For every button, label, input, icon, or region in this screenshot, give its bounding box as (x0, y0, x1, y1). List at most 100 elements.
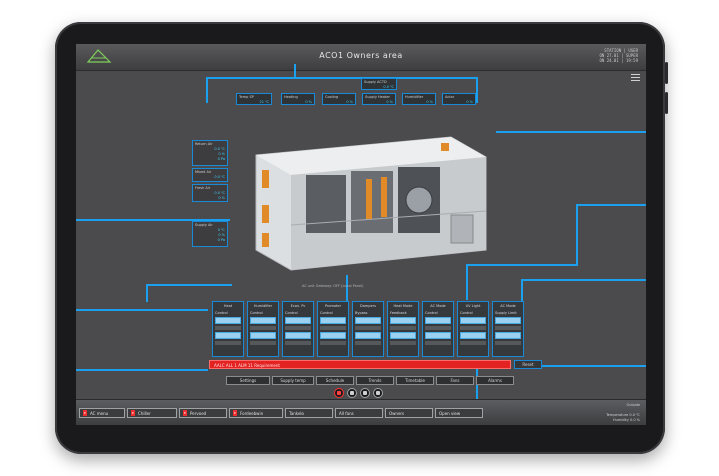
bottom-nav-label: Tankelo (289, 410, 304, 416)
module-slot (425, 341, 451, 345)
module-sub: Control (320, 311, 333, 315)
module-slot (355, 341, 381, 345)
connector-line (146, 284, 148, 302)
connector-line (476, 77, 478, 103)
bottom-nav-label: All fans (339, 410, 354, 416)
module-sub: Control (285, 311, 298, 315)
bottom-nav: E AC menu E Chiller E Pervoed E Fordeebwin Tanke… (79, 408, 485, 418)
mixed-air-readout: Mixed Air 0.0 ℃ (192, 168, 228, 182)
bottom-nav-label: Chiller (138, 410, 151, 416)
module-level-bar (250, 317, 276, 324)
cooling-label: Cooling (325, 95, 339, 99)
supply-air-readout: Supply Air 0 ℃ 0 % 0 Pa (192, 221, 228, 247)
module-slot (215, 326, 241, 330)
bottom-nav-button[interactable]: Open view (435, 408, 483, 418)
bottom-nav-button[interactable]: E Pervoed (179, 408, 227, 418)
supply-actual-readout: Supply ACTD 0.0 ℃ (361, 78, 397, 90)
menu-icon[interactable] (631, 74, 640, 81)
module-title: Econ. Pc (290, 304, 306, 308)
module-slot (320, 326, 346, 330)
module-level-bar (460, 317, 486, 324)
view-button-4[interactable] (373, 388, 383, 398)
return-air-readout: Return Air 0.0 ℃ 0 % 0 Pa (192, 140, 228, 166)
module-level-bar (285, 332, 311, 339)
module-title: Heat (223, 304, 233, 308)
view-button-3[interactable] (360, 388, 370, 398)
module-level-bar (425, 317, 451, 324)
key-badge: E (233, 410, 237, 416)
view-button-2[interactable] (347, 388, 357, 398)
subnav-button[interactable]: Supply temp (272, 376, 314, 385)
subnav-button[interactable]: Trends (356, 376, 394, 385)
module-title: Humidifier (253, 304, 273, 308)
alarm-bar[interactable]: AALC ALL 1 ALM 11 Requirement (209, 360, 511, 369)
bottom-nav-button[interactable]: E AC menu (79, 408, 125, 418)
connector-line (576, 204, 646, 206)
module-slot (460, 341, 486, 345)
subnav-button[interactable]: Timetable (396, 376, 434, 385)
view-selector (334, 388, 386, 398)
volume-button (665, 62, 668, 84)
module-card[interactable]: Dampers Bypass (352, 301, 384, 357)
connector-line (541, 365, 646, 367)
humidifier-readout: Humidifier 0 % (402, 93, 436, 105)
module-card[interactable]: Promoter Control (317, 301, 349, 357)
supply-heater-value: 0 % (386, 100, 393, 104)
temp-sp-readout: Temp SP 21 ℃ (236, 93, 272, 105)
reset-button[interactable]: Reset (514, 360, 542, 369)
actor-readout: Actor 0 % (442, 93, 476, 105)
top-bar: ACO1 Owners area STATION | USER ON 27.01… (76, 44, 646, 71)
subnav-button[interactable]: Settings (226, 376, 270, 385)
module-title: UV Light (465, 304, 481, 308)
humidifier-label: Humidifier (405, 95, 424, 99)
subnav-button[interactable]: Schedule (316, 376, 354, 385)
connector-line (576, 204, 578, 264)
subnav-button[interactable]: Fans (436, 376, 474, 385)
heating-readout: Heating 0 % (281, 93, 315, 105)
module-card[interactable]: UV Light Control (457, 301, 489, 357)
cooling-readout: Cooling 0 % (322, 93, 356, 105)
bottom-nav-button[interactable]: E Fordeebwin (229, 408, 283, 418)
connector-line (294, 64, 296, 78)
module-card[interactable]: Heat Control (212, 301, 244, 357)
view-button-1[interactable] (334, 388, 344, 398)
subnav-button[interactable]: Alarms (476, 376, 514, 385)
mixed-air-value: 0.0 ℃ (214, 175, 225, 179)
module-title: Promoter (324, 304, 342, 308)
heating-label: Heating (284, 95, 298, 99)
module-title: Dampers (360, 304, 376, 308)
module-level-bar (215, 317, 241, 324)
module-level-bar (355, 332, 381, 339)
module-level-bar (215, 332, 241, 339)
module-sub: Bypass (355, 311, 368, 315)
module-sub: Control (460, 311, 473, 315)
module-panel: Heat Control Humidifier Control Econ. Pc… (212, 301, 527, 357)
bms-screen: ACO1 Owners area STATION | USER ON 27.01… (76, 44, 646, 425)
bottom-nav-button[interactable]: All fans (335, 408, 383, 418)
module-card[interactable]: AC Mode Control (422, 301, 454, 357)
module-card[interactable]: AC Mode Supply Limit (492, 301, 524, 357)
bottom-nav-button[interactable]: Owners (385, 408, 433, 418)
window-title: ACO1 Owners area (319, 51, 403, 60)
outside-label: Outside (626, 403, 640, 407)
module-slot (215, 341, 241, 345)
module-sub: Control (250, 311, 263, 315)
square-icon (350, 391, 354, 395)
module-slot (495, 341, 521, 345)
status-line-3: ON 24.01 | 19:59 (599, 58, 638, 63)
bottom-nav-button[interactable]: E Chiller (127, 408, 177, 418)
humidifier-value: 0 % (426, 100, 433, 104)
module-level-bar (425, 332, 451, 339)
connector-line (76, 309, 208, 311)
module-card[interactable]: Humidifier Control (247, 301, 279, 357)
air-handling-unit-image (255, 136, 487, 271)
module-slot (285, 341, 311, 345)
square-icon (337, 391, 341, 395)
module-level-bar (355, 317, 381, 324)
module-card[interactable]: Econ. Pc Control (282, 301, 314, 357)
bottom-nav-button[interactable]: Tankelo (285, 408, 333, 418)
heating-value: 0 % (305, 100, 312, 104)
module-level-bar (250, 332, 276, 339)
module-card[interactable]: Heat Mode Feedback (387, 301, 419, 357)
bottom-bar: E AC menu E Chiller E Pervoed E Fordeebwin Tanke… (76, 399, 646, 425)
